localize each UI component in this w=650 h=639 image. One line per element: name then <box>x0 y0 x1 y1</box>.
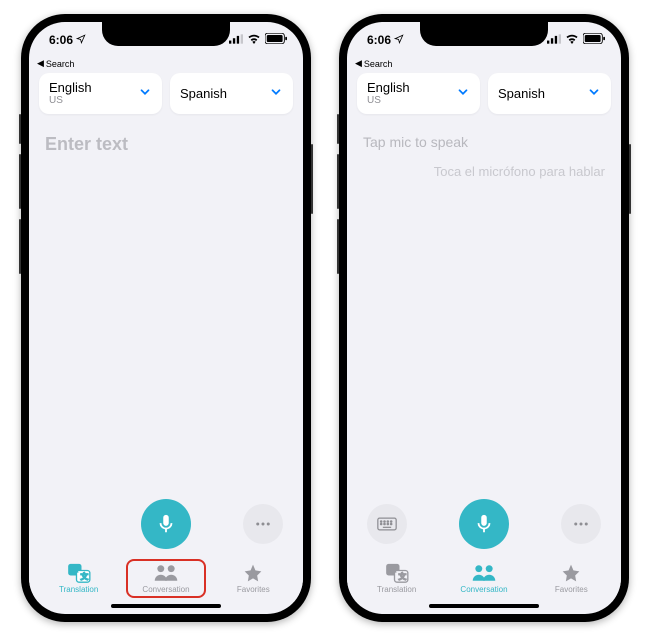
language-selector-row: English US Spanish <box>29 69 303 124</box>
screen-right: 6:06 ◀ Search <box>347 22 621 614</box>
chevron-left-icon: ◀ <box>37 58 44 69</box>
location-icon <box>394 33 404 47</box>
wifi-icon <box>565 33 579 47</box>
tab-favorites-label: Favorites <box>237 585 270 594</box>
bottom-controls <box>29 491 303 553</box>
translation-icon: A文 <box>385 563 409 583</box>
back-label: Search <box>364 59 393 69</box>
star-icon <box>242 563 264 583</box>
tab-translation[interactable]: A文 Translation <box>353 559 440 598</box>
status-time: 6:06 <box>367 33 391 47</box>
target-language-name: Spanish <box>498 87 545 101</box>
keyboard-icon <box>377 517 397 531</box>
tab-translation-label: Translation <box>59 585 98 594</box>
source-language-select[interactable]: English US <box>357 73 480 114</box>
home-indicator[interactable] <box>111 604 221 608</box>
language-selector-row: English US Spanish <box>347 69 621 124</box>
location-icon <box>76 33 86 47</box>
phone-right: 6:06 ◀ Search <box>339 14 629 622</box>
cellular-icon <box>229 33 243 47</box>
source-language-region: US <box>367 95 410 106</box>
home-indicator[interactable] <box>429 604 539 608</box>
speak-prompt-target: Toca el micrófono para hablar <box>363 164 605 179</box>
text-input-placeholder: Enter text <box>45 134 287 155</box>
wifi-icon <box>247 33 261 47</box>
source-language-select[interactable]: English US <box>39 73 162 114</box>
tab-favorites[interactable]: Favorites <box>210 559 297 598</box>
phone-left: 6:06 ◀ Search <box>21 14 311 622</box>
ellipsis-icon <box>254 515 272 533</box>
svg-text:A: A <box>390 565 396 574</box>
tab-conversation[interactable]: Conversation <box>122 559 209 598</box>
tutorial-highlight <box>126 559 205 598</box>
keyboard-input-button[interactable] <box>367 504 407 544</box>
notch <box>102 22 230 46</box>
more-options-button[interactable] <box>561 504 601 544</box>
back-to-search[interactable]: ◀ Search <box>29 58 303 69</box>
microphone-button[interactable] <box>459 499 509 549</box>
target-language-select[interactable]: Spanish <box>170 73 293 114</box>
source-language-name: English <box>367 81 410 95</box>
tab-bar: A文 Translation Conversation Favorites <box>29 553 303 602</box>
back-to-search[interactable]: ◀ Search <box>347 58 621 69</box>
conversation-icon <box>471 563 497 583</box>
chevron-down-icon <box>456 85 470 102</box>
cellular-icon <box>547 33 561 47</box>
tab-translation-label: Translation <box>377 585 416 594</box>
back-label: Search <box>46 59 75 69</box>
more-options-button[interactable] <box>243 504 283 544</box>
tab-translation[interactable]: A文 Translation <box>35 559 122 598</box>
microphone-icon <box>473 513 495 535</box>
svg-text:A: A <box>72 565 78 574</box>
microphone-button[interactable] <box>141 499 191 549</box>
chevron-left-icon: ◀ <box>355 58 362 69</box>
notch <box>420 22 548 46</box>
target-language-name: Spanish <box>180 87 227 101</box>
target-language-select[interactable]: Spanish <box>488 73 611 114</box>
battery-icon <box>583 33 605 47</box>
ellipsis-icon <box>572 515 590 533</box>
chevron-down-icon <box>269 85 283 102</box>
battery-icon <box>265 33 287 47</box>
tab-conversation[interactable]: Conversation <box>440 559 527 598</box>
source-language-name: English <box>49 81 92 95</box>
conversation-content-area: Tap mic to speak Toca el micrófono para … <box>347 124 621 491</box>
speak-prompt-source: Tap mic to speak <box>363 134 605 150</box>
svg-text:文: 文 <box>80 571 88 581</box>
tab-conversation-label: Conversation <box>460 585 507 594</box>
bottom-controls <box>347 491 621 553</box>
translation-icon: A文 <box>67 563 91 583</box>
screen-left: 6:06 ◀ Search <box>29 22 303 614</box>
tab-bar: A文 Translation Conversation Favorites <box>347 553 621 602</box>
translation-content-area[interactable]: Enter text <box>29 124 303 491</box>
star-icon <box>560 563 582 583</box>
status-time: 6:06 <box>49 33 73 47</box>
chevron-down-icon <box>587 85 601 102</box>
microphone-icon <box>155 513 177 535</box>
tab-favorites-label: Favorites <box>555 585 588 594</box>
svg-text:文: 文 <box>398 571 406 581</box>
tab-favorites[interactable]: Favorites <box>528 559 615 598</box>
chevron-down-icon <box>138 85 152 102</box>
source-language-region: US <box>49 95 92 106</box>
